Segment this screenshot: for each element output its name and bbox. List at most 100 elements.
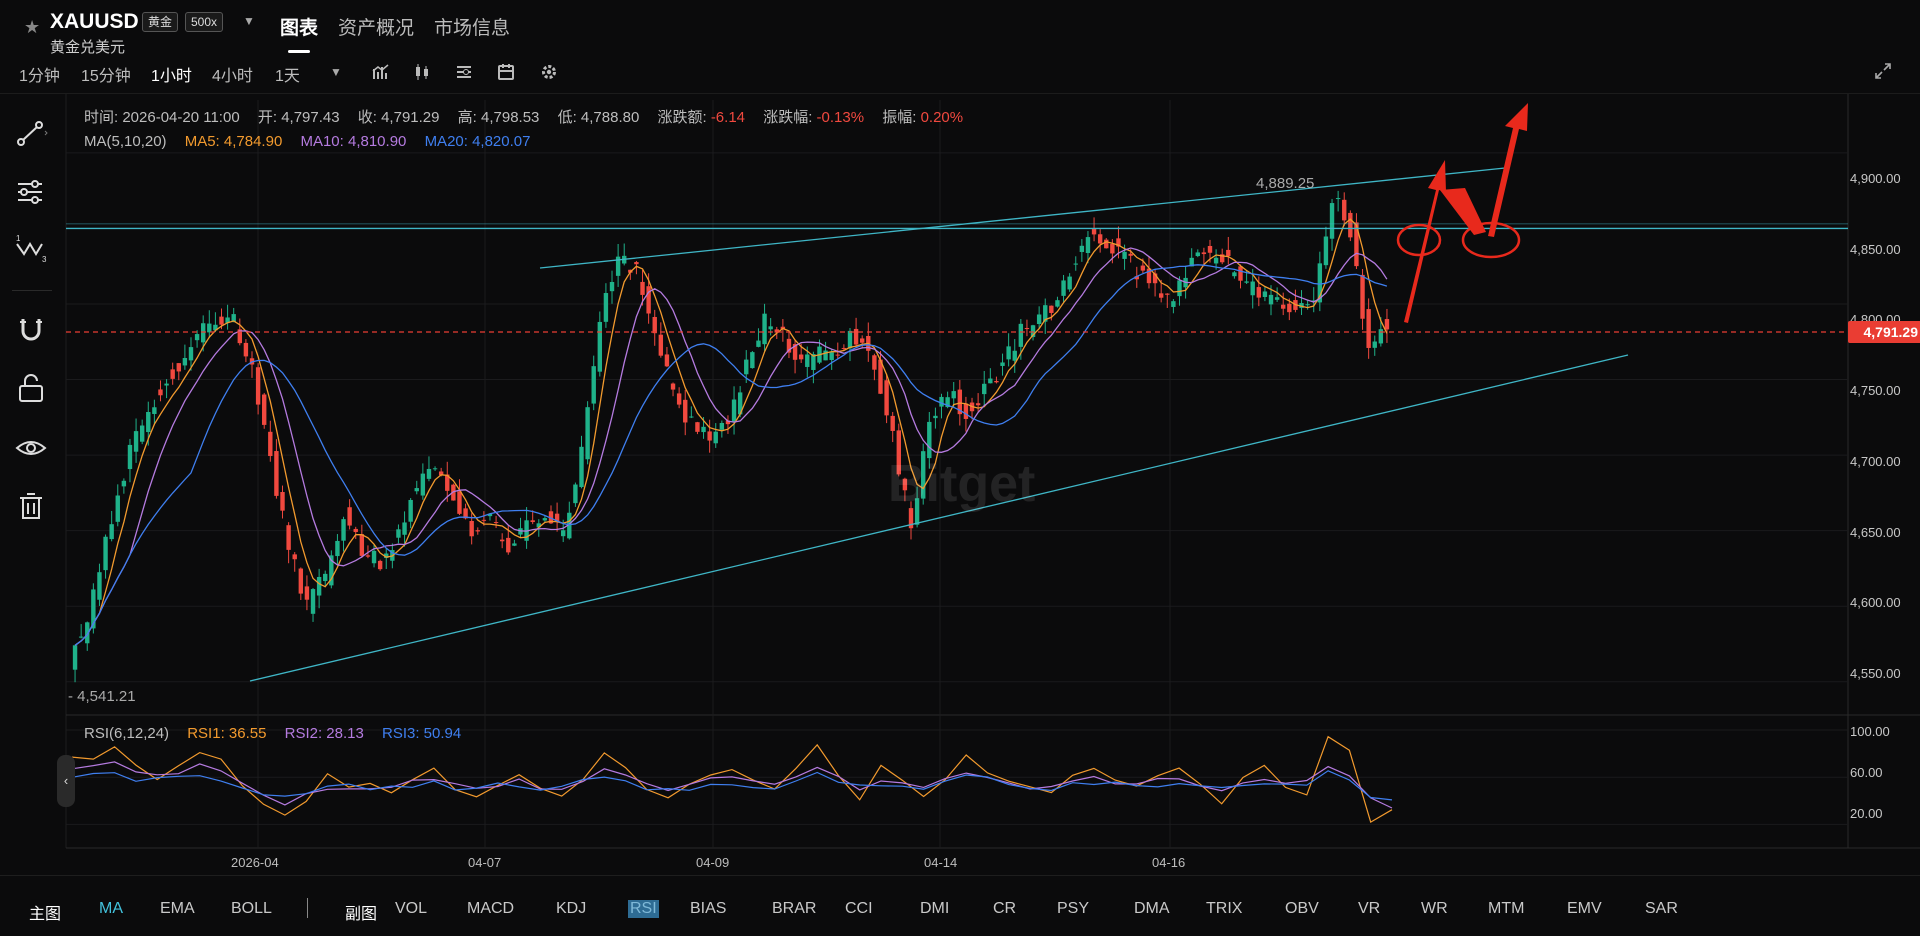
indicator-bar (0, 875, 1920, 936)
candle-body (207, 323, 212, 333)
candle-body (640, 281, 645, 295)
candle-body (475, 530, 480, 532)
candle-body (426, 468, 432, 479)
candle-body (365, 555, 371, 557)
annotation-arrow (1488, 103, 1528, 237)
candle-body (371, 550, 377, 564)
candle-body (457, 491, 462, 514)
time-value: 2026-04-20 11:00 (122, 109, 240, 126)
candle-body (933, 415, 938, 419)
indicator-brar[interactable]: BRAR (772, 900, 816, 918)
candle-body (506, 537, 511, 553)
rsi-tick: 100.00 (1850, 724, 1890, 739)
collapse-panel-icon[interactable]: ‹ (57, 755, 75, 807)
price-tick: 4,600.00 (1850, 595, 1901, 610)
candle-body (1262, 291, 1268, 297)
indicator-rsi[interactable]: RSI (628, 900, 659, 918)
candle-body (103, 536, 108, 571)
date-tick: 04-16 (1152, 855, 1186, 870)
candle-body (762, 313, 767, 345)
ma10-value: MA10: 4,810.90 (300, 133, 407, 150)
candle-body (1268, 294, 1274, 305)
indicator-dma[interactable]: DMA (1134, 900, 1170, 918)
candle-body (579, 446, 584, 488)
candle-body (1342, 199, 1347, 221)
candle-body (353, 528, 358, 533)
indicator-kdj[interactable]: KDJ (556, 900, 586, 918)
candle-body (164, 383, 169, 386)
candle-body (1158, 293, 1164, 298)
indicator-dmi[interactable]: DMI (920, 900, 949, 918)
candle-body (219, 316, 224, 325)
candle-body (402, 522, 407, 535)
candle-body (1207, 245, 1213, 253)
rsi3-value: RSI3: 50.94 (382, 725, 462, 742)
indicator-vol[interactable]: VOL (395, 900, 427, 918)
candle-body (243, 342, 249, 357)
candle-body (1305, 304, 1310, 306)
candle-body (664, 354, 670, 367)
candle-body (1122, 251, 1127, 259)
amplitude-value: 0.20% (920, 109, 964, 126)
candle-body (756, 340, 761, 347)
candle-body (1226, 249, 1231, 256)
candle-body (158, 389, 163, 396)
indicator-emv[interactable]: EMV (1567, 900, 1602, 918)
candle-body (1384, 319, 1390, 330)
candle-body (646, 286, 651, 314)
indicator-macd[interactable]: MACD (467, 900, 514, 918)
candle-body (859, 338, 865, 343)
candle-body (1000, 362, 1005, 366)
price-tick: 4,700.00 (1850, 454, 1901, 469)
candle-body (1171, 301, 1176, 307)
candle-body (1085, 237, 1091, 254)
ma20-value: MA20: 4,820.07 (424, 133, 531, 150)
candle-body (280, 492, 285, 511)
indicator-ma[interactable]: MA (99, 900, 123, 918)
candle-body (1348, 212, 1353, 238)
date-tick: 2026-04 (231, 855, 279, 870)
indicator-cci[interactable]: CCI (845, 900, 873, 918)
rsi-title: RSI(6,12,24) (84, 725, 170, 742)
price-tick: 4,750.00 (1850, 383, 1901, 398)
price-tick: 4,900.00 (1850, 171, 1901, 186)
date-tick: 04-14 (924, 855, 958, 870)
candle-body (255, 367, 261, 405)
indicator-bias[interactable]: BIAS (690, 900, 726, 918)
price-tick: 4,850.00 (1850, 242, 1901, 257)
indicator-wr[interactable]: WR (1421, 900, 1448, 918)
candle-body (847, 330, 853, 349)
candle-body (359, 534, 365, 556)
candle-body (1067, 276, 1072, 290)
indicator-trix[interactable]: TRIX (1206, 900, 1242, 918)
indicator-sar[interactable]: SAR (1645, 900, 1678, 918)
indicator-psy[interactable]: PSY (1057, 900, 1089, 918)
indicator-mtm[interactable]: MTM (1488, 900, 1524, 918)
indicator-obv[interactable]: OBV (1285, 900, 1319, 918)
candle-body (1274, 297, 1280, 300)
candle-body (744, 359, 749, 375)
candle-body (1372, 341, 1377, 348)
candle-body (396, 529, 401, 538)
price-tick: 4,550.00 (1850, 666, 1901, 681)
candle-body (127, 444, 133, 470)
candle-body (1335, 198, 1341, 200)
candle-body (292, 554, 297, 560)
candle-body (798, 354, 804, 360)
ma-title: MA(5,10,20) (84, 133, 167, 150)
candle-body (1213, 257, 1219, 264)
candle-body (835, 354, 840, 356)
candle-body (262, 394, 267, 425)
high-price-marker: 4,889.25 (1256, 175, 1315, 192)
candle-body (1232, 272, 1237, 277)
indicator-ema[interactable]: EMA (160, 900, 195, 918)
indicator-vr[interactable]: VR (1358, 900, 1380, 918)
candle-body (310, 589, 316, 614)
candle-body (1281, 304, 1286, 309)
low-price-marker: - 4,541.21 (68, 688, 136, 705)
candle-body (695, 422, 700, 432)
indicator-boll[interactable]: BOLL (231, 900, 272, 918)
indicator-cr[interactable]: CR (993, 900, 1016, 918)
candle-body (884, 380, 889, 416)
candle-body (152, 407, 157, 414)
